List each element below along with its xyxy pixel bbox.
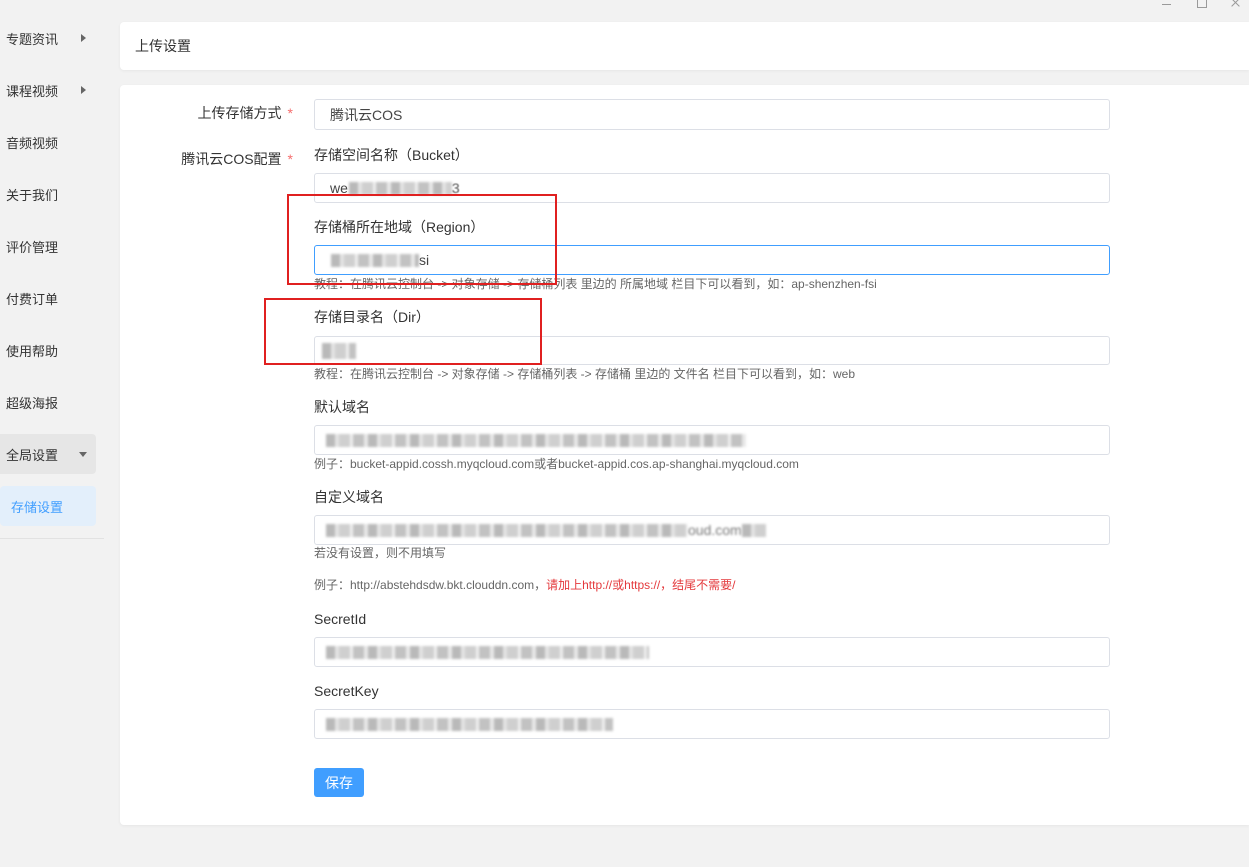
sidebar-item-label: 付费订单 [6, 291, 59, 307]
secret-key-input[interactable] [314, 709, 1110, 739]
sidebar-item-label: 使用帮助 [6, 343, 59, 359]
sidebar: 专题资讯 课程视频 音频视频 关于我们 评价管理 付费订单 使用帮助 超级海报 … [0, 0, 105, 867]
secret-id-input[interactable] [314, 637, 1110, 667]
bucket-value-start: we [330, 180, 348, 196]
default-domain-label: 默认域名 [314, 399, 370, 415]
storage-method-value: 腾讯云COS [330, 106, 403, 123]
storage-method-input[interactable]: 腾讯云COS [314, 99, 1110, 130]
settings-form-card: 上传存储方式 * 腾讯云COS 腾讯云COS配置 * 存储空间名称（Bucket） … [120, 85, 1249, 825]
redacted-value [322, 342, 356, 359]
custom-domain-input[interactable]: oud.com [314, 515, 1110, 545]
custom-domain-example: 例子：http://abstehdsdw.bkt.clouddn.com，请加上… [314, 577, 736, 593]
close-icon[interactable] [1229, 0, 1243, 10]
custom-domain-label: 自定义域名 [314, 489, 384, 505]
region-label: 存储桶所在地域（Region） [314, 219, 485, 235]
secret-id-label: SecretId [314, 611, 367, 627]
save-button[interactable]: 保存 [314, 768, 364, 797]
custom-domain-help-text: 若没有设置，则不用填写 [314, 546, 447, 560]
redacted-value [741, 523, 766, 537]
custom-domain-example-text: 例子：http://abstehdsdw.bkt.clouddn.com， [314, 578, 547, 592]
bucket-input[interactable]: we 3 [314, 173, 1110, 203]
maximize-icon[interactable] [1195, 0, 1209, 10]
bucket-value-end: 3 [451, 180, 460, 196]
cos-config-label: 腾讯云COS配置 * [120, 150, 293, 168]
sidebar-item-global-settings[interactable]: 全局设置 [0, 434, 96, 474]
redacted-value [331, 253, 419, 267]
storage-method-label: 上传存储方式 * [120, 104, 293, 122]
minimize-icon[interactable] [1160, 0, 1174, 10]
redacted-value [326, 523, 688, 537]
caret-right-icon [81, 86, 86, 94]
sidebar-item-reviews[interactable]: 评价管理 [0, 226, 96, 266]
redacted-value [326, 433, 746, 447]
sidebar-item-label: 评价管理 [6, 239, 59, 255]
bucket-label: 存储空间名称（Bucket） [314, 147, 469, 163]
page-title: 上传设置 [135, 38, 191, 54]
region-value-end: si [419, 252, 430, 268]
redacted-value [348, 181, 452, 195]
required-mark: * [287, 151, 293, 167]
sidebar-item-audio-video[interactable]: 音频视频 [0, 122, 96, 162]
redacted-value [326, 717, 613, 731]
sidebar-item-label: 专题资讯 [6, 31, 59, 47]
custom-domain-example-warning: 请加上http://或https://，结尾不需要/ [546, 578, 736, 592]
sidebar-subitem-storage-settings[interactable]: 存储设置 [0, 486, 96, 526]
sidebar-item-label: 全局设置 [6, 447, 59, 463]
dir-help-text: 教程：在腾讯云控制台 -> 对象存储 -> 存储桶列表 -> 存储桶 里边的 文… [314, 367, 856, 381]
default-domain-input[interactable] [314, 425, 1110, 455]
dir-label: 存储目录名（Dir） [314, 309, 430, 325]
caret-right-icon [81, 34, 86, 42]
region-input[interactable]: si [314, 245, 1110, 275]
sidebar-item-about[interactable]: 关于我们 [0, 174, 96, 214]
cos-config-label-text: 腾讯云COS配置 [181, 151, 282, 167]
sidebar-item-label: 关于我们 [6, 187, 59, 203]
sidebar-item-posters[interactable]: 超级海报 [0, 382, 96, 422]
page-header: 上传设置 [120, 22, 1249, 70]
dir-input[interactable] [314, 336, 1110, 365]
sidebar-item-help[interactable]: 使用帮助 [0, 330, 96, 370]
sidebar-divider [0, 538, 104, 539]
required-mark: * [287, 105, 293, 121]
sidebar-item-label: 超级海报 [6, 395, 59, 411]
custom-domain-value-end: oud.com [688, 522, 742, 538]
redacted-value [326, 645, 649, 659]
default-domain-help-text: 例子：bucket-appid.cossh.myqcloud.com或者buck… [314, 457, 799, 471]
sidebar-item-topics[interactable]: 专题资讯 [0, 18, 96, 58]
storage-method-label-text: 上传存储方式 [197, 105, 282, 121]
region-help-text: 教程：在腾讯云控制台 -> 对象存储 -> 存储桶列表 里边的 所属地域 栏目下… [314, 277, 877, 291]
secret-key-label: SecretKey [314, 683, 379, 699]
sidebar-item-label: 音频视频 [6, 135, 59, 151]
sidebar-item-orders[interactable]: 付费订单 [0, 278, 96, 318]
caret-down-icon [79, 452, 87, 457]
sidebar-item-course-videos[interactable]: 课程视频 [0, 70, 96, 110]
sidebar-item-label: 存储设置 [11, 499, 64, 515]
sidebar-item-label: 课程视频 [6, 83, 59, 99]
